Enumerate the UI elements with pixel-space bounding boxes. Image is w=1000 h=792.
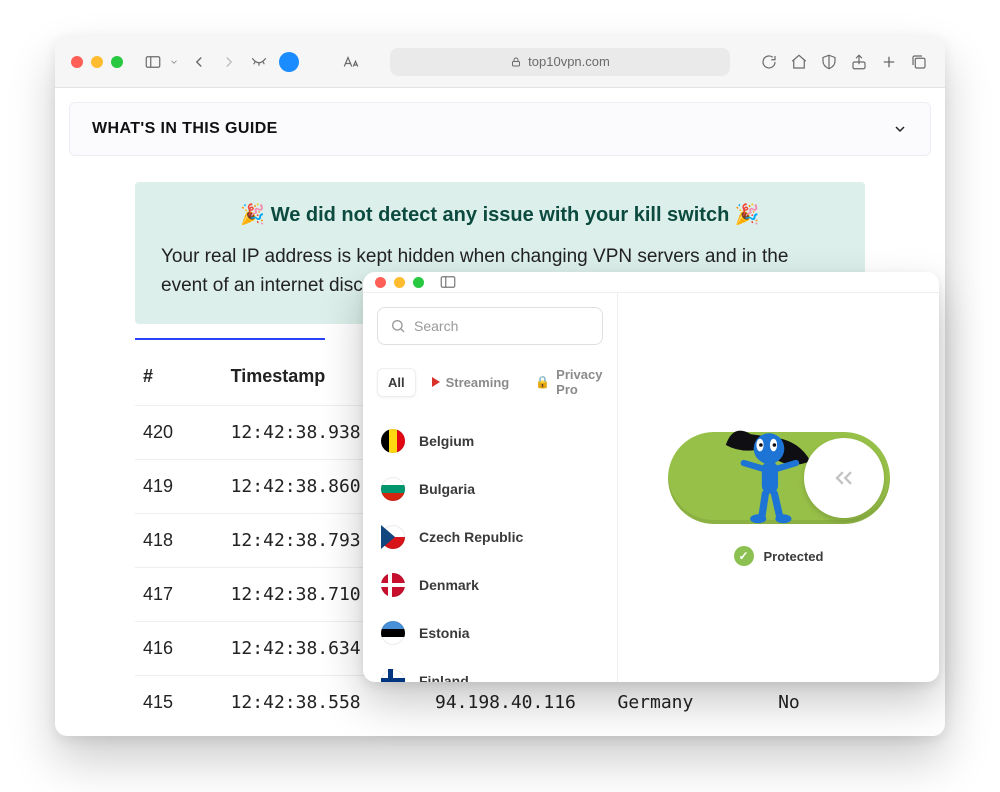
onepassword-icon[interactable]	[279, 52, 299, 72]
tab-all[interactable]: All	[377, 368, 416, 397]
lock-icon	[510, 56, 522, 68]
country-label: Finland	[419, 673, 469, 682]
mascot-icon	[724, 418, 814, 526]
maximize-window-icon[interactable]	[111, 56, 123, 68]
connection-toggle[interactable]	[668, 432, 890, 524]
flag-icon	[381, 429, 405, 453]
flag-icon	[381, 525, 405, 549]
table-row: 41512:42:38.55894.198.40.116GermanyNo	[135, 676, 865, 730]
window-controls	[71, 56, 123, 68]
country-label: Czech Republic	[419, 529, 523, 545]
vpn-app-window: Search All Streaming 🔒Privacy Pro Belgiu…	[363, 272, 939, 682]
check-icon: ✓	[734, 546, 754, 566]
tab-streaming[interactable]: Streaming	[422, 369, 520, 396]
shield-icon[interactable]	[819, 52, 839, 72]
back-icon[interactable]	[189, 52, 209, 72]
new-tab-icon[interactable]	[879, 52, 899, 72]
refresh-icon[interactable]	[759, 52, 779, 72]
country-item[interactable]: Finland	[377, 657, 603, 682]
country-label: Bulgaria	[419, 481, 475, 497]
url-host-text: top10vpn.com	[528, 54, 610, 69]
country-item[interactable]: Denmark	[377, 561, 603, 609]
vpn-right-panel: ✓ Protected	[617, 293, 939, 682]
play-icon	[432, 377, 440, 387]
vpn-left-panel: Search All Streaming 🔒Privacy Pro Belgiu…	[363, 293, 617, 682]
home-icon[interactable]	[789, 52, 809, 72]
forward-icon[interactable]	[219, 52, 239, 72]
minimize-window-icon[interactable]	[91, 56, 103, 68]
maximize-window-icon[interactable]	[413, 277, 424, 288]
flag-icon	[381, 669, 405, 682]
share-icon[interactable]	[849, 52, 869, 72]
cell: 416	[135, 622, 223, 676]
flag-icon	[381, 477, 405, 501]
toggle-knob	[804, 438, 884, 518]
minimize-window-icon[interactable]	[394, 277, 405, 288]
notice-headline: 🎉 We did not detect any issue with your …	[161, 202, 839, 227]
country-item[interactable]: Estonia	[377, 609, 603, 657]
country-label: Denmark	[419, 577, 479, 593]
cell: 415	[135, 676, 223, 730]
table-accent	[135, 338, 325, 340]
cell: 419	[135, 460, 223, 514]
text-size-icon[interactable]	[341, 52, 361, 72]
wiper-icon[interactable]	[249, 52, 269, 72]
sidebar-toggle-icon[interactable]	[438, 272, 458, 292]
col-index: #	[135, 354, 223, 406]
chevron-down-icon	[892, 121, 908, 137]
cell: No	[770, 676, 865, 730]
flag-icon	[381, 621, 405, 645]
lock-icon: 🔒	[535, 375, 550, 389]
tab-privacy-pro[interactable]: 🔒Privacy Pro	[525, 361, 612, 403]
search-input[interactable]: Search	[377, 307, 603, 345]
cell: 418	[135, 514, 223, 568]
country-label: Belgium	[419, 433, 474, 449]
vpn-titlebar	[363, 272, 939, 293]
country-label: Estonia	[419, 625, 470, 641]
country-item[interactable]: Czech Republic	[377, 513, 603, 561]
cell: 420	[135, 406, 223, 460]
close-window-icon[interactable]	[71, 56, 83, 68]
country-item[interactable]: Belgium	[377, 417, 603, 465]
country-item[interactable]: Bulgaria	[377, 465, 603, 513]
country-list: Belgium Bulgaria Czech Republic Denmark Esto…	[377, 417, 603, 682]
guide-title: WHAT'S IN THIS GUIDE	[92, 120, 278, 138]
chevrons-left-icon	[830, 464, 858, 492]
status-text: Protected	[764, 549, 824, 564]
filter-tabs: All Streaming 🔒Privacy Pro	[377, 361, 603, 403]
cell: Germany	[609, 676, 770, 730]
search-placeholder: Search	[414, 318, 458, 334]
flag-icon	[381, 573, 405, 597]
cell: 417	[135, 568, 223, 622]
search-icon	[390, 318, 406, 334]
chevron-down-icon[interactable]	[169, 57, 179, 67]
sidebar-toggle-icon[interactable]	[143, 52, 163, 72]
url-bar[interactable]: top10vpn.com	[390, 48, 730, 76]
cell: 12:42:38.558	[223, 676, 427, 730]
browser-toolbar: top10vpn.com	[55, 36, 945, 88]
connection-status: ✓ Protected	[734, 546, 824, 566]
cell: 94.198.40.116	[427, 676, 610, 730]
tabs-overview-icon[interactable]	[909, 52, 929, 72]
guide-accordion[interactable]: WHAT'S IN THIS GUIDE	[69, 102, 931, 156]
close-window-icon[interactable]	[375, 277, 386, 288]
